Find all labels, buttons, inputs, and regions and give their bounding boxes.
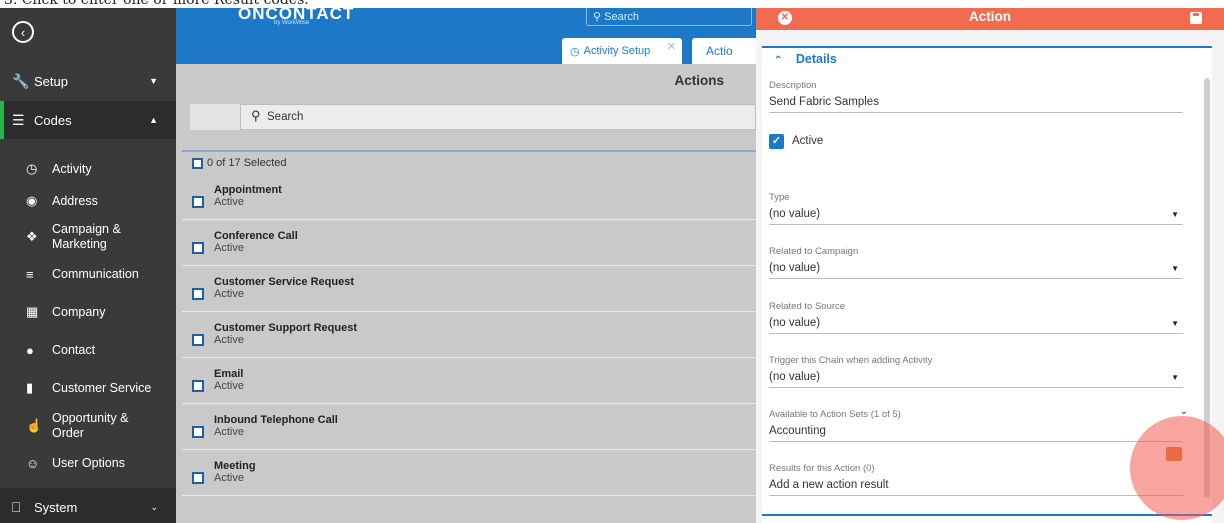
sidebar-item-customer-service[interactable]: ▮ Customer Service [0,374,176,402]
header-search-input[interactable]: ⚲ Search [586,8,752,26]
row-checkbox[interactable] [192,426,204,438]
action-sets-label: Available to Action Sets (1 of 5) [769,409,901,420]
map-pin-icon: ◉ [26,193,38,208]
search-input[interactable]: ⚲ Search [240,104,756,130]
active-label: Active [792,135,824,147]
select-all-row[interactable]: 0 of 17 Selected [182,150,756,174]
campaign-icon: ❖ [26,229,38,244]
type-label: Type [769,192,790,203]
description-label: Description [769,80,817,91]
chevron-down-icon: ⌄ [150,501,158,512]
panel-title: Action [969,9,1011,24]
source-label: Related to Source [769,301,846,312]
select-all-checkbox[interactable] [192,157,203,169]
search-icon: ⚲ [251,108,261,123]
chat-alert-icon: ▮ [26,380,34,395]
sidebar-item-contact[interactable]: ● Contact [0,336,176,364]
sidebar: ‹ 🔧 Setup ▼ ☰ Codes ▲ ◷ Activity ◉ Addre… [0,8,176,523]
sidebar-item-address[interactable]: ◉ Address [0,186,176,216]
sidebar-section-codes[interactable]: ☰ Codes ▲ [0,101,176,139]
details-section-header[interactable]: ⌃ Details [774,52,837,66]
panel-header: ✕ Action [756,8,1224,30]
sidebar-top: ‹ [0,8,176,62]
sidebar-item-company[interactable]: ▦ Company [0,298,176,326]
clock-icon: ◷ [570,45,580,58]
dropdown-arrow-icon: ▼ [1171,210,1179,219]
source-select[interactable]: (no value) ▼ [769,317,1183,334]
monitor-icon: ⎕ [12,498,21,515]
trigger-select[interactable]: (no value) ▼ [769,371,1183,388]
save-icon[interactable] [1190,12,1202,24]
dropdown-arrow-icon: ▼ [1171,319,1179,328]
list-item[interactable]: Email Active [182,358,756,404]
app-header: ONCONTACT by WorkWise ⚲ Search ◷ Activit… [176,4,762,64]
type-select[interactable]: (no value) ▼ [769,208,1183,225]
sidebar-item-opportunity-order[interactable]: ☝ Opportunity & Order [0,408,176,444]
active-checkbox[interactable]: ✓ [769,134,784,149]
caret-up-icon: ▲ [149,115,158,125]
results-label: Results for this Action (0) [769,463,875,474]
results-field[interactable]: Add a new action result [769,479,1183,496]
row-checkbox[interactable] [192,242,204,254]
sidebar-section-system[interactable]: ⎕ System ⌄ [0,488,176,523]
campaign-label: Related to Campaign [769,246,859,257]
sidebar-item-communication[interactable]: ≡ Communication [0,262,176,286]
list-item[interactable]: Customer Service Request Active [182,266,756,312]
actions-list: 0 of 17 Selected Appointment Active Conf… [182,150,756,496]
caret-down-icon: ▼ [149,76,158,86]
action-sets-field[interactable]: Accounting [769,425,1183,442]
user-outline-icon: ☺ [26,455,40,471]
instruction-caption: 3. Click to enter one or more Result cod… [0,0,1224,8]
list-icon: ≡ [26,266,34,282]
click-highlight [1130,416,1224,520]
thumbs-up-icon: ☝ [26,418,43,433]
row-checkbox[interactable] [192,196,204,208]
list-item[interactable]: Inbound Telephone Call Active [182,404,756,450]
sidebar-item-user-options[interactable]: ☺ User Options [0,450,176,476]
tab-actions[interactable]: Actio [692,38,762,64]
campaign-select[interactable]: (no value) ▼ [769,262,1183,279]
back-icon[interactable]: ‹ [12,21,34,43]
app-logo-sub: by WorkWise [274,20,310,26]
chevron-up-icon: ⌃ [774,55,783,66]
row-checkbox[interactable] [192,380,204,392]
page-title: Actions [674,73,724,88]
list-icon: ☰ [12,111,25,128]
sidebar-item-campaign-marketing[interactable]: ❖ Campaign & Marketing [0,220,176,254]
close-icon[interactable]: ✕ [667,40,676,53]
next-section-edge [762,514,1212,523]
row-checkbox[interactable] [192,334,204,346]
sidebar-section-setup[interactable]: 🔧 Setup ▼ [0,62,176,100]
person-icon: ● [26,342,34,358]
clock-icon: ◷ [26,161,38,176]
dropdown-arrow-icon: ▼ [1171,264,1179,273]
actions-list-panel: Actions ⚲ Search 0 of 17 Selected Appoin… [176,64,756,523]
row-checkbox[interactable] [192,288,204,300]
list-item[interactable]: Meeting Active [182,450,756,496]
description-field[interactable]: Send Fabric Samples [769,96,1183,113]
list-item[interactable]: Customer Support Request Active [182,312,756,358]
list-item[interactable]: Conference Call Active [182,220,756,266]
row-checkbox[interactable] [192,472,204,484]
sidebar-item-activity[interactable]: ◷ Activity [0,154,176,184]
wrench-icon: 🔧 [12,72,30,89]
dropdown-arrow-icon: ▼ [1171,373,1179,382]
trigger-label: Trigger this Chain when adding Activity [769,355,933,366]
search-row: ⚲ Search [190,104,756,130]
list-item[interactable]: Appointment Active [182,174,756,220]
building-icon: ▦ [26,304,39,319]
search-icon: ⚲ [593,11,602,23]
tab-activity-setup[interactable]: ◷ Activity Setup ✕ [562,38,682,64]
